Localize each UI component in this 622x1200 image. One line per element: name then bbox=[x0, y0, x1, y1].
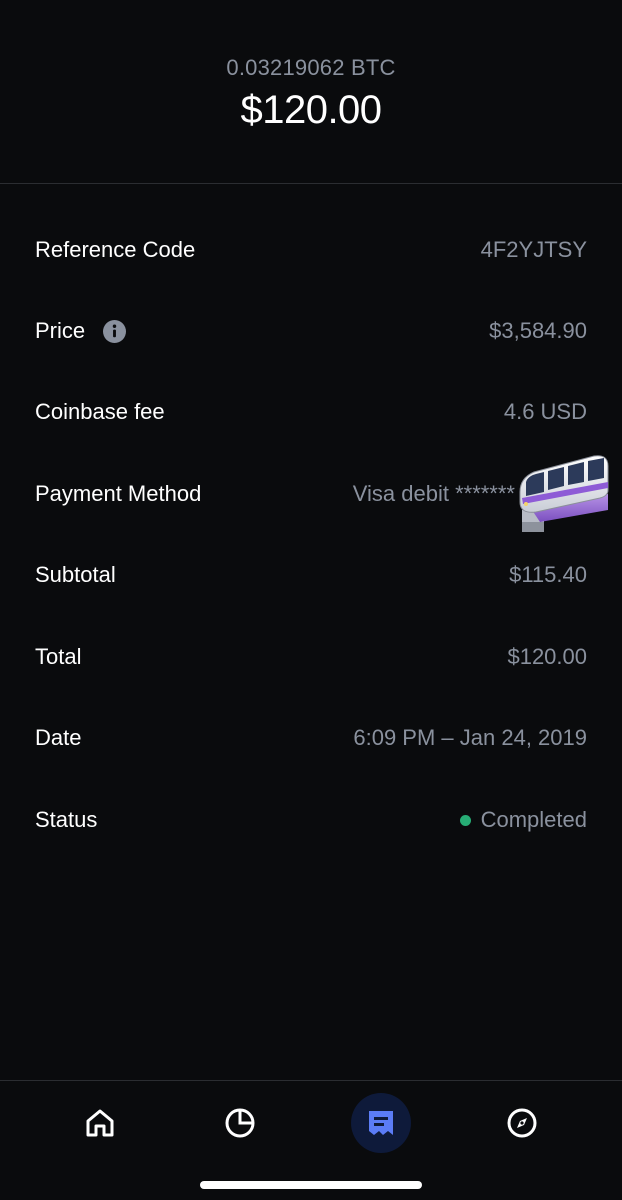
total-value: $120.00 bbox=[507, 644, 587, 669]
detail-row-subtotal: Subtotal $115.40 bbox=[35, 555, 587, 595]
info-icon[interactable] bbox=[103, 319, 127, 343]
status-value-group: Completed bbox=[459, 807, 587, 833]
detail-row-date: Date 6:09 PM – Jan 24, 2019 bbox=[35, 718, 587, 758]
date-label: Date bbox=[35, 725, 82, 750]
tab-transactions[interactable] bbox=[351, 1093, 411, 1153]
monorail-emoji-icon bbox=[519, 455, 609, 532]
tab-home[interactable] bbox=[70, 1093, 130, 1153]
payment-method-label: Payment Method bbox=[35, 481, 202, 506]
reference-code-label: Reference Code bbox=[35, 237, 196, 262]
coinbase-fee-label: Coinbase fee bbox=[35, 399, 165, 424]
subtotal-value: $115.40 bbox=[509, 562, 587, 587]
detail-row-reference-code: Reference Code 4F2YJTSY bbox=[35, 230, 587, 270]
detail-row-coinbase-fee: Coinbase fee 4.6 USD bbox=[35, 392, 587, 432]
detail-row-payment-method: Payment Method Visa debit ******* bbox=[35, 474, 587, 514]
detail-row-price: Price $3,584.90 bbox=[35, 311, 587, 351]
total-label: Total bbox=[35, 644, 82, 669]
crypto-amount: 0.03219062 BTC bbox=[226, 55, 396, 80]
detail-row-total: Total $120.00 bbox=[35, 637, 587, 677]
status-dot-icon bbox=[459, 814, 471, 826]
coinbase-fee-value: 4.6 USD bbox=[503, 399, 587, 424]
status-value: Completed bbox=[480, 807, 587, 832]
detail-row-status: Status Completed bbox=[35, 800, 587, 840]
date-value: 6:09 PM – Jan 24, 2019 bbox=[353, 725, 587, 750]
home-indicator[interactable] bbox=[200, 1181, 422, 1189]
fiat-amount: $120.00 bbox=[240, 88, 382, 132]
price-label: Price bbox=[35, 318, 86, 343]
status-label: Status bbox=[35, 807, 98, 832]
price-label-group: Price bbox=[35, 318, 127, 344]
pie-chart-icon bbox=[225, 1108, 255, 1138]
payment-method-value: Visa debit ******* bbox=[352, 481, 515, 506]
receipt-icon bbox=[369, 1111, 393, 1135]
price-value: $3,584.90 bbox=[489, 318, 587, 343]
tab-portfolio[interactable] bbox=[210, 1093, 270, 1153]
transaction-header: 0.03219062 BTC $120.00 bbox=[0, 0, 622, 184]
compass-icon bbox=[507, 1108, 537, 1138]
reference-code-value: 4F2YJTSY bbox=[480, 237, 587, 262]
tab-explore[interactable] bbox=[492, 1093, 552, 1153]
home-icon bbox=[86, 1109, 114, 1137]
transaction-detail-screen: 0.03219062 BTC $120.00 Reference Code 4F… bbox=[0, 0, 622, 1200]
subtotal-label: Subtotal bbox=[35, 562, 116, 587]
